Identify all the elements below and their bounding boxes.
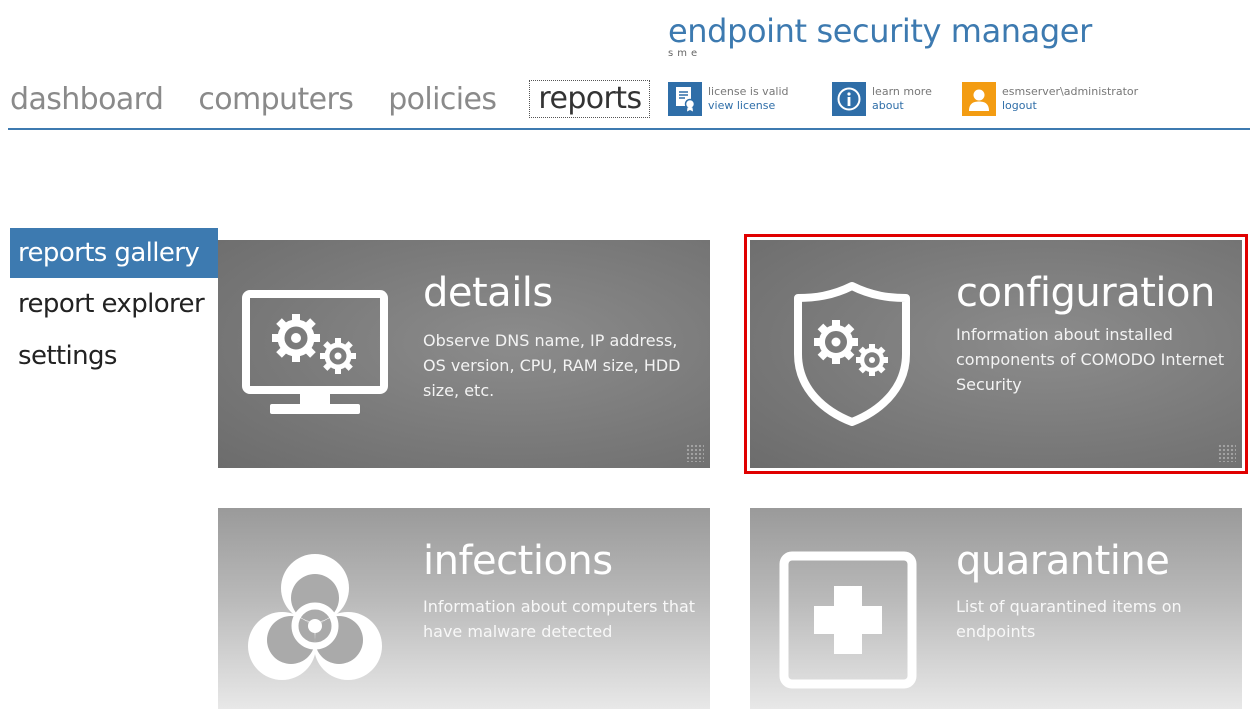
tile-description: List of quarantined items on endpoints [956, 597, 1182, 641]
certificate-icon[interactable] [668, 82, 702, 116]
shield-gears-icon [794, 282, 910, 426]
about-box: learn more about [832, 82, 932, 116]
tile-title: configuration [956, 270, 1215, 316]
brand: endpoint security manager sme [668, 12, 1092, 59]
tile-title: infections [423, 538, 613, 584]
tile-quarantine[interactable]: quarantine List of quarantined items on … [750, 508, 1242, 709]
tile-title: quarantine [956, 538, 1170, 584]
monitor-gears-icon [242, 290, 388, 414]
user-name: esmserver\administrator [1002, 85, 1139, 98]
tile-infections[interactable]: infections Information about computers t… [218, 508, 710, 709]
tile-description: Observe DNS name, IP address, OS version… [423, 331, 681, 400]
tile-corner-grip [686, 444, 704, 462]
about-link[interactable]: about [872, 99, 932, 113]
license-status: license is valid [708, 85, 789, 98]
info-icon[interactable] [832, 82, 866, 116]
medical-cross-icon [779, 551, 917, 689]
nav-dashboard[interactable]: dashboard [8, 82, 165, 118]
sidebar-item-report-explorer[interactable]: report explorer [10, 278, 218, 330]
tile-description: Information about computers that have ma… [423, 597, 696, 641]
app-title: endpoint security manager [668, 12, 1092, 50]
sidebar-item-settings[interactable]: settings [10, 330, 218, 382]
view-license-link[interactable]: view license [708, 99, 789, 113]
biohazard-icon [248, 554, 382, 680]
learn-more-text: learn more [872, 85, 932, 98]
logout-link[interactable]: logout [1002, 99, 1138, 113]
tile-title: details [423, 270, 553, 316]
nav-computers[interactable]: computers [196, 82, 355, 118]
nav-reports[interactable]: reports [529, 80, 651, 118]
main-nav: dashboard computers policies reports [8, 80, 681, 118]
license-box: license is valid view license [668, 82, 789, 116]
header-divider [8, 128, 1250, 130]
sidebar-item-reports-gallery[interactable]: reports gallery [10, 228, 218, 278]
tile-details[interactable]: details Observe DNS name, IP address, OS… [218, 240, 710, 468]
user-box: esmserver\administrator logout [962, 82, 1138, 116]
tile-configuration[interactable]: configuration Information about installe… [744, 234, 1248, 474]
tile-description: Information about installed components o… [956, 325, 1225, 394]
user-icon[interactable] [962, 82, 996, 116]
nav-policies[interactable]: policies [386, 82, 498, 118]
tile-corner-grip [1218, 444, 1236, 462]
reports-sidebar: reports gallery report explorer settings [10, 228, 218, 382]
